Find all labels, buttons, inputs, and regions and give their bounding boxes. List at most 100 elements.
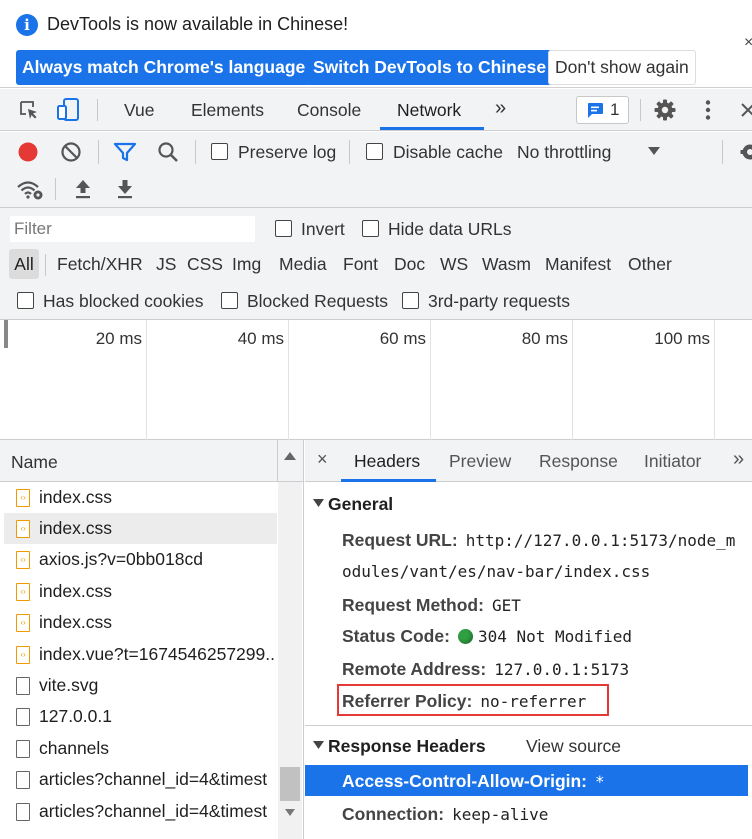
hide-data-urls-checkbox[interactable]	[362, 220, 379, 237]
request-row[interactable]: articles?channel_id=4&timest	[4, 796, 277, 827]
blocked-requests-checkbox[interactable]	[221, 292, 238, 309]
request-row[interactable]: ‹› index.css	[4, 576, 277, 607]
request-name: vite.svg	[39, 675, 99, 695]
request-row[interactable]: channels	[4, 733, 277, 764]
device-toolbar-icon[interactable]	[56, 97, 82, 123]
type-filter-all[interactable]: All	[9, 249, 39, 279]
timeline-tick-label: 100 ms	[654, 329, 710, 348]
request-name: index.css	[39, 487, 112, 507]
referrer-policy-highlight	[337, 684, 609, 716]
settings-gear-icon[interactable]	[653, 98, 677, 122]
timeline-tick-label: 80 ms	[521, 329, 568, 348]
request-row[interactable]: ‹› index.vue?t=1674546257299..	[4, 639, 277, 670]
general-section-title[interactable]: General	[328, 494, 393, 515]
switch-to-chinese-button[interactable]: Switch DevTools to Chinese	[307, 50, 553, 85]
timeline-overview[interactable]: 20 ms 40 ms 60 ms 80 ms 100 ms	[0, 320, 752, 440]
response-headers-section-title[interactable]: Response Headers	[328, 736, 486, 757]
connection-key: Connection:	[342, 804, 445, 824]
issues-badge[interactable]: 1	[576, 96, 629, 124]
disable-cache-checkbox[interactable]	[366, 143, 383, 160]
devtools-tab-bar: Vue Elements Console Network » 1	[0, 89, 752, 131]
view-source-link[interactable]: View source	[526, 736, 621, 757]
clear-icon[interactable]	[60, 141, 82, 163]
request-row[interactable]: ‹› axios.js?v=0bb018cd	[4, 544, 277, 575]
request-name: channels	[39, 738, 110, 758]
network-conditions-icon[interactable]	[16, 178, 44, 200]
preserve-log-checkbox[interactable]	[211, 143, 228, 160]
tab-vue[interactable]: Vue	[124, 100, 155, 121]
document-icon	[16, 676, 30, 695]
document-icon	[16, 739, 30, 758]
tab-preview[interactable]: Preview	[449, 451, 511, 472]
type-filter-ws[interactable]: WS	[440, 254, 468, 275]
search-icon[interactable]	[157, 141, 179, 163]
dont-show-again-button[interactable]: Don't show again	[548, 50, 696, 85]
status-code-key: Status Code:	[342, 626, 450, 646]
type-filter-media[interactable]: Media	[279, 254, 327, 275]
close-devtools-icon[interactable]	[740, 101, 752, 119]
request-row[interactable]: articles?channel_id=4&timest	[4, 764, 277, 795]
inspect-element-icon[interactable]	[18, 99, 40, 121]
infobar-close-icon[interactable]: ×	[744, 34, 752, 52]
chevron-down-icon[interactable]	[647, 146, 661, 156]
disable-cache-label: Disable cache	[393, 142, 503, 162]
name-column-header[interactable]: Name	[11, 452, 58, 473]
type-filter-fetch-xhr[interactable]: Fetch/XHR	[57, 254, 143, 275]
blocked-requests-label: Blocked Requests	[247, 291, 389, 311]
type-filter-font[interactable]: Font	[343, 254, 378, 275]
type-filter-css[interactable]: CSS	[187, 254, 223, 275]
filter-icon[interactable]	[113, 141, 137, 163]
has-blocked-cookies-checkbox[interactable]	[17, 292, 34, 309]
request-method-key: Request Method:	[342, 595, 484, 615]
more-options-icon[interactable]	[700, 99, 716, 121]
timeline-gridline	[572, 320, 573, 440]
timeline-handle[interactable]	[4, 320, 8, 348]
tab-elements[interactable]: Elements	[191, 100, 264, 121]
more-detail-tabs-icon[interactable]: »	[733, 448, 744, 471]
status-code-value: 304 Not Modified	[477, 627, 633, 646]
separator	[55, 178, 56, 200]
request-row[interactable]: ‹› index.css	[4, 482, 277, 513]
throttling-select[interactable]: No throttling	[517, 142, 611, 163]
request-row[interactable]: ‹› index.css	[4, 513, 277, 544]
more-tabs-icon[interactable]: »	[495, 97, 506, 120]
type-filter-other[interactable]: Other	[628, 254, 672, 275]
tab-initiator[interactable]: Initiator	[644, 451, 701, 472]
request-url-row: Request URL: http://127.0.0.1:5173/node_m	[342, 530, 735, 551]
scrollbar-thumb[interactable]	[280, 767, 300, 801]
type-filter-doc[interactable]: Doc	[394, 254, 425, 275]
type-filter-img[interactable]: Img	[232, 254, 261, 275]
expand-triangle-icon[interactable]	[313, 498, 324, 508]
always-match-language-button[interactable]: Always match Chrome's language	[16, 50, 312, 85]
request-row[interactable]: vite.svg	[4, 670, 277, 701]
request-method-value: GET	[491, 596, 521, 615]
filter-bar: Filter Invert Hide data URLs All Fetch/X…	[0, 208, 752, 320]
css-file-icon: ‹›	[16, 582, 30, 601]
tab-response[interactable]: Response	[539, 451, 618, 472]
record-icon[interactable]	[17, 141, 39, 163]
filter-input[interactable]: Filter	[10, 216, 255, 242]
tab-network[interactable]: Network	[397, 100, 461, 121]
tab-headers[interactable]: Headers	[354, 451, 420, 472]
type-filter-js[interactable]: JS	[156, 254, 176, 275]
network-settings-icon[interactable]	[737, 140, 752, 164]
css-file-icon: ‹›	[16, 519, 30, 538]
separator	[195, 140, 196, 164]
scroll-down-icon[interactable]	[284, 808, 296, 818]
close-details-icon[interactable]: ×	[317, 449, 328, 470]
type-filter-wasm[interactable]: Wasm	[482, 254, 531, 275]
third-party-requests-checkbox[interactable]	[402, 292, 419, 309]
request-row[interactable]: 127.0.0.1	[4, 701, 277, 732]
type-filter-manifest[interactable]: Manifest	[545, 254, 611, 275]
request-row[interactable]: ‹› index.css	[4, 607, 277, 638]
invert-checkbox[interactable]	[275, 220, 292, 237]
expand-triangle-icon[interactable]	[313, 740, 324, 750]
sort-up-icon[interactable]	[283, 451, 297, 461]
import-har-icon[interactable]	[73, 178, 93, 200]
acao-value: *	[595, 772, 605, 791]
timeline-tick-label: 20 ms	[95, 329, 142, 348]
export-har-icon[interactable]	[115, 178, 135, 200]
timeline-gridline	[714, 320, 715, 440]
tab-console[interactable]: Console	[297, 100, 361, 121]
separator	[349, 140, 350, 164]
